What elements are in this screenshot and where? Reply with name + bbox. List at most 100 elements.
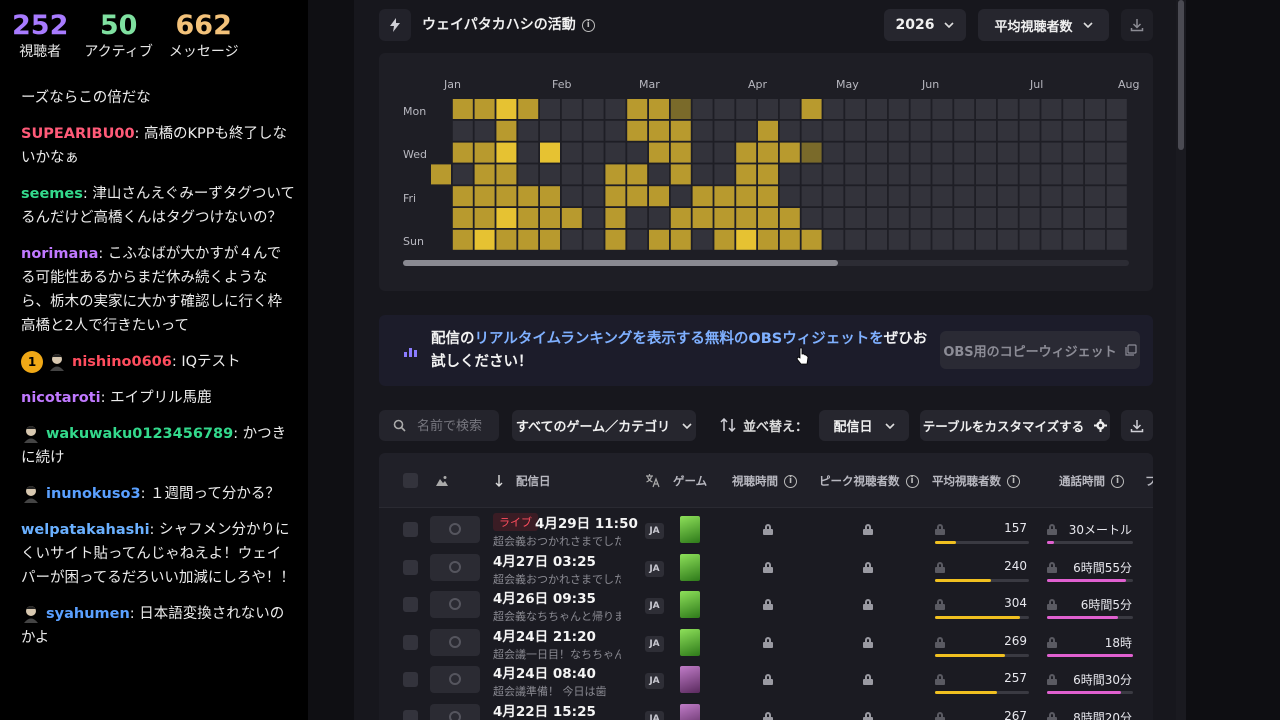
heatmap-cell[interactable] [670, 229, 691, 250]
stream-date[interactable]: 4月26日 09:35 [493, 587, 596, 607]
heatmap-cell[interactable] [649, 164, 669, 185]
heatmap-cell[interactable] [823, 229, 844, 250]
heatmap-cell[interactable] [583, 142, 604, 163]
table-row[interactable]: 4月22日 15:25 JA 267 8時間20分 [379, 699, 1153, 720]
heatmap-cell[interactable] [801, 120, 822, 141]
copy-widget-button[interactable]: OBS用のコピーウィジェット [940, 331, 1140, 369]
heatmap-cell[interactable] [561, 186, 582, 207]
row-checkbox[interactable] [403, 709, 418, 720]
heatmap-cell[interactable] [670, 120, 691, 141]
row-checkbox[interactable] [403, 672, 418, 687]
game-cover[interactable] [680, 703, 700, 720]
heatmap-cell[interactable] [518, 164, 539, 185]
heatmap-cell[interactable] [867, 186, 887, 207]
heatmap-cell[interactable] [540, 120, 560, 141]
heatmap-cell[interactable] [954, 142, 975, 163]
play-icon[interactable] [430, 553, 480, 581]
heatmap-cell[interactable] [452, 142, 473, 163]
heatmap-cell[interactable] [692, 186, 713, 207]
heatmap-cell[interactable] [801, 208, 822, 228]
heatmap-cell[interactable] [888, 120, 909, 141]
heatmap-cell[interactable] [736, 186, 757, 207]
heatmap-cell[interactable] [1041, 208, 1062, 228]
heatmap-cell[interactable] [474, 164, 495, 185]
heatmap-cell[interactable] [561, 208, 582, 228]
heatmap-cell[interactable] [1019, 164, 1040, 185]
heatmap-cell[interactable] [1106, 142, 1127, 163]
heatmap-cell[interactable] [910, 142, 931, 163]
heatmap-cell[interactable] [518, 142, 539, 163]
heatmap-cell[interactable] [692, 164, 713, 185]
heatmap-cell[interactable] [561, 120, 582, 141]
heatmap-cell[interactable] [845, 229, 866, 250]
info-icon[interactable]: i [784, 475, 797, 488]
heatmap-cell[interactable] [1019, 99, 1040, 119]
table-row[interactable]: 4月27日 03:25 超会義おつかれさまでした JA 240 6時間55分 [379, 549, 1153, 586]
heatmap-cell[interactable] [823, 208, 844, 228]
heatmap-cell[interactable] [649, 99, 669, 119]
heatmap-cell[interactable] [1063, 99, 1084, 119]
heatmap-cell[interactable] [736, 142, 757, 163]
download-icon[interactable] [1121, 9, 1153, 41]
heatmap-cell[interactable] [736, 208, 757, 228]
heatmap-cell[interactable] [758, 164, 778, 185]
heatmap-cell[interactable] [605, 120, 626, 141]
heatmap-cell[interactable] [1019, 142, 1040, 163]
heatmap-cell[interactable] [845, 142, 866, 163]
heatmap-cell[interactable] [867, 142, 887, 163]
heatmap-cell[interactable] [758, 208, 778, 228]
heatmap-cell[interactable] [736, 229, 757, 250]
heatmap-cell[interactable] [867, 208, 887, 228]
heatmap-cell[interactable] [452, 229, 473, 250]
heatmap-cell[interactable] [976, 164, 996, 185]
heatmap-cell[interactable] [1106, 208, 1127, 228]
customize-table-button[interactable]: テーブルをカスタマイズする [920, 410, 1110, 441]
play-icon[interactable] [430, 628, 480, 656]
heatmap-cell[interactable] [474, 229, 495, 250]
heatmap-cell[interactable] [954, 186, 975, 207]
heatmap-cell[interactable] [627, 120, 648, 141]
table-row[interactable]: 4月24日 08:40 超会議準備！ 今日は歯 JA 257 6時間30分 [379, 661, 1153, 698]
heatmap-cell[interactable] [867, 229, 887, 250]
heatmap-cell[interactable] [932, 164, 953, 185]
heatmap-cell[interactable] [605, 186, 626, 207]
heatmap-cell[interactable] [1063, 142, 1084, 163]
category-select[interactable]: すべてのゲーム／カテゴリ [512, 410, 696, 441]
row-checkbox[interactable] [403, 559, 418, 575]
heatmap-cell[interactable] [714, 164, 735, 185]
heatmap-cell[interactable] [910, 229, 931, 250]
heatmap-cell[interactable] [954, 229, 975, 250]
heatmap-cell[interactable] [1063, 164, 1084, 185]
heatmap-cell[interactable] [496, 120, 517, 141]
heatmap-cell[interactable] [1085, 186, 1105, 207]
info-icon[interactable]: i [1007, 475, 1020, 488]
heatmap-cell[interactable] [1063, 208, 1084, 228]
heatmap-cell[interactable] [823, 142, 844, 163]
heatmap-cell[interactable] [518, 229, 539, 250]
heatmap-cell[interactable] [496, 229, 517, 250]
heatmap-cell[interactable] [627, 164, 648, 185]
select-all-checkbox[interactable] [403, 473, 418, 488]
heatmap-cell[interactable] [1085, 99, 1105, 119]
play-icon[interactable] [430, 516, 480, 543]
game-cover[interactable] [680, 516, 700, 543]
heatmap-cell[interactable] [670, 208, 691, 228]
heatmap-cell[interactable] [561, 164, 582, 185]
th-avg[interactable]: 平均視聴者数 i [932, 473, 1020, 489]
heatmap-cell[interactable] [1085, 120, 1105, 141]
heatmap-cell[interactable] [976, 208, 996, 228]
heatmap-cell[interactable] [736, 164, 757, 185]
heatmap-cell[interactable] [779, 186, 800, 207]
heatmap-cell[interactable] [692, 120, 713, 141]
heatmap-cell[interactable] [779, 208, 800, 228]
heatmap-cell[interactable] [997, 186, 1018, 207]
heatmap-cell[interactable] [692, 142, 713, 163]
heatmap-cell[interactable] [976, 186, 996, 207]
heatmap-cell[interactable] [583, 208, 604, 228]
row-checkbox[interactable] [403, 522, 418, 537]
heatmap-cell[interactable] [823, 99, 844, 119]
heatmap-cell[interactable] [561, 229, 582, 250]
heatmap-cell[interactable] [976, 99, 996, 119]
heatmap-cell[interactable] [736, 99, 757, 119]
heatmap-cell[interactable] [1041, 120, 1062, 141]
